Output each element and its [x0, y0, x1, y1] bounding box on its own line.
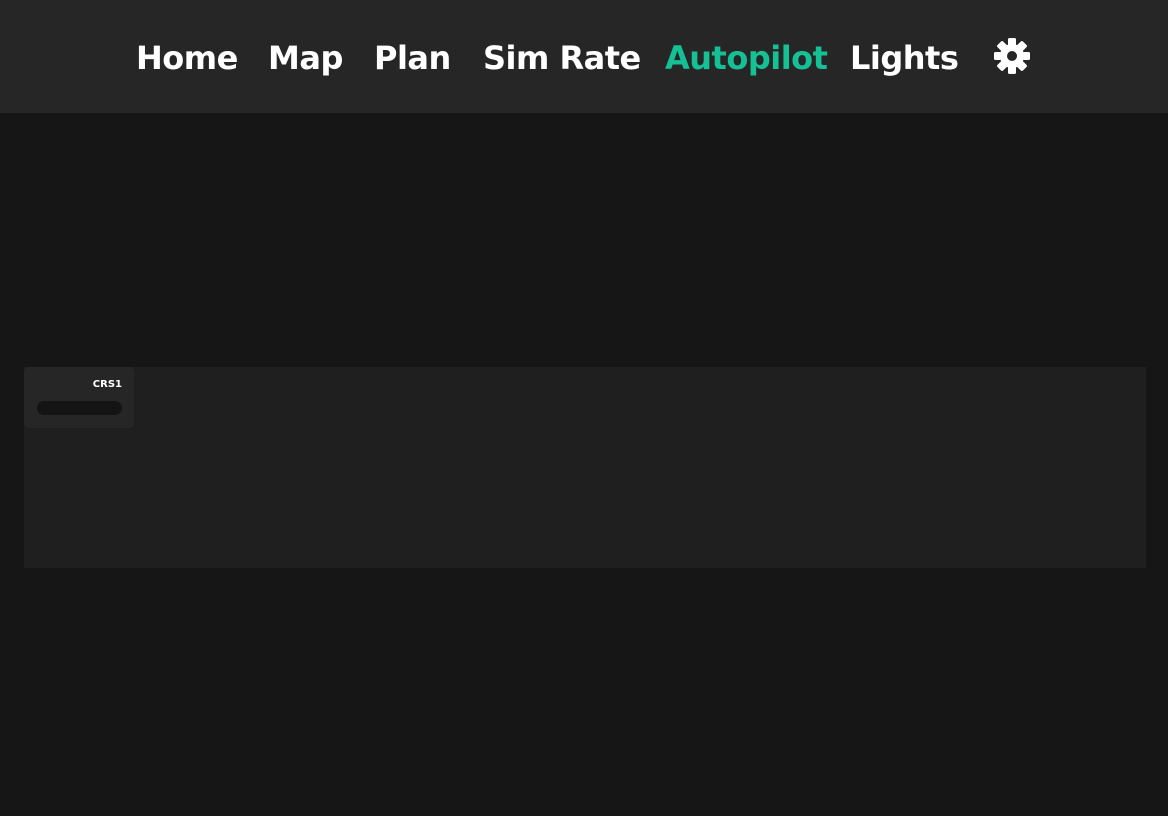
gear-icon	[994, 38, 1030, 74]
nav-item-autopilot[interactable]: Autopilot	[665, 36, 828, 80]
crs1-card: CRS1	[24, 367, 134, 428]
top-navigation-bar: Home Map Plan Sim Rate Autopilot Lights	[0, 0, 1168, 113]
nav-item-home[interactable]: Home	[136, 36, 238, 80]
crs1-label: CRS1	[92, 379, 122, 390]
nav-item-lights[interactable]: Lights	[850, 36, 959, 80]
nav-item-sim-rate[interactable]: Sim Rate	[483, 36, 641, 80]
crs1-input[interactable]	[37, 401, 122, 415]
autopilot-panel: CRS1	[24, 367, 1146, 568]
nav-item-plan[interactable]: Plan	[374, 36, 451, 80]
nav-item-map[interactable]: Map	[268, 36, 343, 80]
settings-button[interactable]	[992, 36, 1032, 76]
